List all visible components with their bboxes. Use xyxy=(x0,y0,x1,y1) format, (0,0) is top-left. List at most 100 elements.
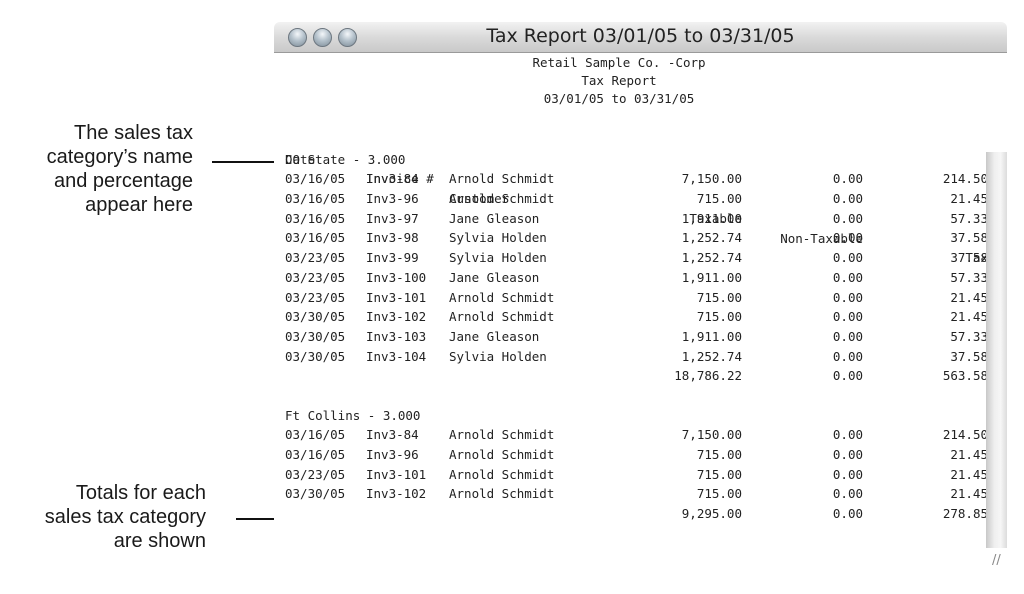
table-row[interactable]: 03/30/05 Inv3-102 Arnold Schmidt 715.00 0.00… xyxy=(274,307,988,327)
callout-line: appear here xyxy=(85,194,193,216)
row-non-taxable: 0.00 xyxy=(832,230,863,246)
table-row[interactable]: 03/23/05 Inv3-101 Arnold Schmidt 715.00 0.00… xyxy=(274,465,988,485)
report-period: 03/01/05 to 03/31/05 xyxy=(543,91,695,106)
category-total-row: 9,295.00 0.00 278.85 xyxy=(274,504,988,524)
callout-line: sales tax category xyxy=(44,506,206,528)
row-date: 03/23/05 xyxy=(285,289,346,305)
row-taxable: 1,252.74 xyxy=(681,230,742,246)
row-tax: 37.58 xyxy=(950,348,988,364)
total-non-taxable: 0.00 xyxy=(832,506,863,522)
row-customer: Arnold Schmidt xyxy=(449,191,555,207)
row-taxable: 1,252.74 xyxy=(681,250,742,266)
row-taxable: 715.00 xyxy=(696,486,742,502)
row-date: 03/16/05 xyxy=(285,230,346,246)
category-label: Ft Collins - 3.000 xyxy=(285,407,421,423)
row-non-taxable: 0.00 xyxy=(832,447,863,462)
report-company: Retail Sample Co. -Corp xyxy=(532,55,706,70)
row-taxable: 1,911.00 xyxy=(681,210,742,226)
row-customer: Sylvia Holden xyxy=(449,230,547,246)
row-invoice: Inv3-101 xyxy=(366,289,427,305)
row-tax: 21.45 xyxy=(950,191,988,207)
category-label-row: Ft Collins - 3.000 xyxy=(274,406,986,426)
row-invoice: Inv3-100 xyxy=(366,269,427,285)
vertical-scrollbar[interactable] xyxy=(986,152,1007,548)
row-invoice: Inv3-84 xyxy=(366,427,419,443)
table-row[interactable]: 03/30/05 Inv3-104 Sylvia Holden 1,252.74 0.0… xyxy=(274,347,988,367)
row-taxable: 1,911.00 xyxy=(681,269,742,285)
row-non-taxable: 0.00 xyxy=(832,191,863,207)
row-non-taxable: 0.00 xyxy=(832,269,863,285)
table-row[interactable]: 03/16/05 Inv3-84 Arnold Schmidt 7,150.00 0.0… xyxy=(274,425,988,445)
callout-line: and percentage xyxy=(53,170,193,192)
callout-line: are shown xyxy=(113,530,206,552)
resize-grip[interactable]: // xyxy=(986,550,1007,572)
column-headers: Date Invoice # Customer Taxable Non-Taxa… xyxy=(274,130,988,266)
row-non-taxable: 0.00 xyxy=(832,486,863,502)
category-label: CO State - 3.000 xyxy=(285,151,406,167)
row-date: 03/23/05 xyxy=(285,466,346,482)
row-non-taxable: 0.00 xyxy=(832,250,863,266)
callout-line: category’s name xyxy=(46,146,193,168)
resize-grip-icon: // xyxy=(992,553,1001,568)
row-tax: 21.45 xyxy=(950,447,988,462)
row-customer: Jane Gleason xyxy=(449,328,540,344)
table-row[interactable]: 03/23/05 Inv3-99 Sylvia Holden 1,252.74 0.00… xyxy=(274,248,988,268)
row-date: 03/16/05 xyxy=(285,447,346,462)
tax-category: Ft Collins - 3.000 03/16/05 Inv3-84 Arnold … xyxy=(274,406,988,524)
row-customer: Jane Gleason xyxy=(449,269,540,285)
table-row[interactable]: 03/16/05 Inv3-97 Jane Gleason 1,911.00 0.00 5… xyxy=(274,209,988,229)
row-taxable: 7,150.00 xyxy=(681,171,742,187)
row-taxable: 715.00 xyxy=(696,466,742,482)
row-non-taxable: 0.00 xyxy=(832,309,863,325)
table-row[interactable]: 03/16/05 Inv3-96 Arnold Schmidt 715.00 0.00 2… xyxy=(274,445,988,465)
row-non-taxable: 0.00 xyxy=(832,348,863,364)
row-non-taxable: 0.00 xyxy=(832,210,863,226)
row-taxable: 715.00 xyxy=(696,447,742,462)
row-date: 03/16/05 xyxy=(285,171,346,187)
title-bar[interactable]: Tax Report 03/01/05 to 03/31/05 xyxy=(274,22,1007,53)
row-non-taxable: 0.00 xyxy=(832,328,863,344)
row-tax: 57.33 xyxy=(950,269,988,285)
row-date: 03/30/05 xyxy=(285,309,346,325)
row-customer: Arnold Schmidt xyxy=(449,427,555,443)
table-row[interactable]: 03/16/05 Inv3-96 Arnold Schmidt 715.00 0.00 2… xyxy=(274,189,988,209)
row-taxable: 715.00 xyxy=(696,191,742,207)
row-tax: 37.58 xyxy=(950,230,988,246)
row-tax: 21.45 xyxy=(950,466,988,482)
row-non-taxable: 0.00 xyxy=(832,171,863,187)
report-body: Retail Sample Co. -Corp Tax Report 03/01… xyxy=(274,52,988,524)
table-row[interactable]: 03/16/05 Inv3-84 Arnold Schmidt 7,150.00 0.0… xyxy=(274,169,988,189)
row-customer: Sylvia Holden xyxy=(449,250,547,266)
row-invoice: Inv3-96 xyxy=(366,447,419,462)
row-tax: 57.33 xyxy=(950,210,988,226)
report-categories: CO State - 3.000 03/16/05 Inv3-84 Arnold Sc… xyxy=(274,150,988,524)
row-date: 03/16/05 xyxy=(285,427,346,443)
total-tax: 278.85 xyxy=(942,506,988,522)
row-invoice: Inv3-84 xyxy=(366,171,419,187)
table-row[interactable]: 03/30/05 Inv3-102 Arnold Schmidt 715.00 0.00… xyxy=(274,484,988,504)
row-date: 03/30/05 xyxy=(285,328,346,344)
row-tax: 57.33 xyxy=(950,328,988,344)
row-date: 03/30/05 xyxy=(285,486,346,502)
row-invoice: Inv3-104 xyxy=(366,348,427,364)
row-customer: Arnold Schmidt xyxy=(449,309,555,325)
report-window: Tax Report 03/01/05 to 03/31/05 Retail S… xyxy=(274,22,1007,582)
row-taxable: 1,911.00 xyxy=(681,328,742,344)
row-customer: Arnold Schmidt xyxy=(449,447,555,462)
row-non-taxable: 0.00 xyxy=(832,427,863,443)
table-row[interactable]: 03/30/05 Inv3-103 Jane Gleason 1,911.00 0.00… xyxy=(274,327,988,347)
table-row[interactable]: 03/23/05 Inv3-100 Jane Gleason 1,911.00 0.00… xyxy=(274,268,988,288)
report-name: Tax Report xyxy=(581,73,657,88)
row-invoice: Inv3-103 xyxy=(366,328,427,344)
row-taxable: 7,150.00 xyxy=(681,427,742,443)
row-customer: Arnold Schmidt xyxy=(449,486,555,502)
row-invoice: Inv3-102 xyxy=(366,486,427,502)
row-date: 03/23/05 xyxy=(285,250,346,266)
row-tax: 214.50 xyxy=(942,171,988,187)
category-total-row: 18,786.22 0.00 563.58 xyxy=(274,366,988,386)
table-row[interactable]: 03/16/05 Inv3-98 Sylvia Holden 1,252.74 0.00… xyxy=(274,228,988,248)
callout-line: The sales tax xyxy=(74,122,193,144)
table-row[interactable]: 03/23/05 Inv3-101 Arnold Schmidt 715.00 0.00… xyxy=(274,288,988,308)
total-non-taxable: 0.00 xyxy=(832,368,863,384)
callout-line: Totals for each xyxy=(75,482,206,504)
